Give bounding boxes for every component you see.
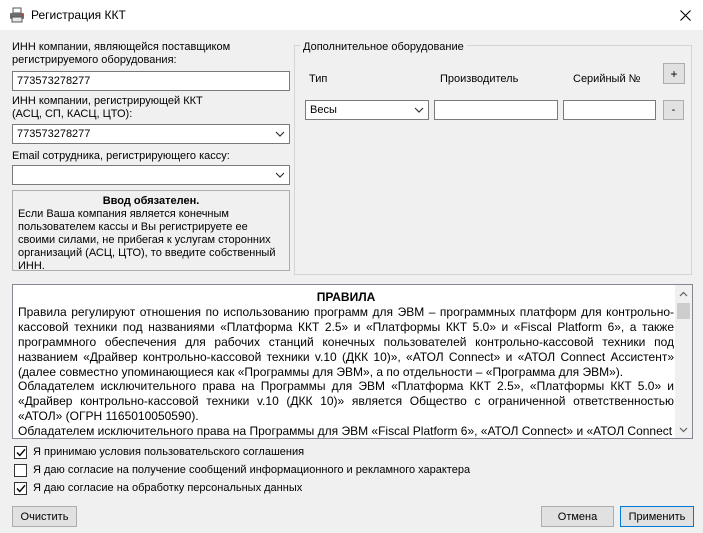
rules-paragraph: Обладателем исключительного права на Про… xyxy=(18,424,673,439)
title-bar: Регистрация ККТ xyxy=(0,0,703,30)
equipment-manufacturer-input[interactable] xyxy=(434,100,558,120)
scroll-up-button[interactable] xyxy=(675,285,692,302)
email-label: Email сотрудника, регистрирующего кассу: xyxy=(12,150,230,162)
chevron-down-icon xyxy=(275,172,285,178)
inn-supplier-label: ИНН компании, являющейся поставщиком рег… xyxy=(12,41,231,66)
consent-terms-label: Я принимаю условия пользовательского сог… xyxy=(33,446,305,458)
remove-equipment-button[interactable]: - xyxy=(663,100,684,120)
close-button[interactable] xyxy=(668,0,703,30)
col-serial-header: Серийный № xyxy=(573,73,641,85)
consent-terms-row[interactable]: Я принимаю условия пользовательского сог… xyxy=(14,445,304,459)
consent-terms-checkbox[interactable] xyxy=(14,445,27,459)
notice-title: Ввод обязателен. xyxy=(102,195,200,207)
rules-content: ПРАВИЛА Правила регулируют отношения по … xyxy=(18,290,674,439)
rules-title: ПРАВИЛА xyxy=(316,290,376,304)
notice-text: Если Ваша компания является конечным пол… xyxy=(18,208,276,272)
equipment-type-value: Весы xyxy=(310,104,337,116)
printer-icon xyxy=(10,7,24,23)
inn-registrar-combo[interactable]: 773573278277 xyxy=(12,124,290,144)
consent-personal-data-row[interactable]: Я даю согласие на обработку персональных… xyxy=(14,481,302,495)
checkmark-icon xyxy=(15,448,26,457)
rules-paragraph: Правила регулируют отношения по использо… xyxy=(18,304,674,379)
scroll-thumb[interactable] xyxy=(677,303,690,319)
equipment-type-combo[interactable]: Весы xyxy=(305,100,429,120)
rules-textbox[interactable]: ПРАВИЛА Правила регулируют отношения по … xyxy=(12,284,693,439)
clear-button[interactable]: Очистить xyxy=(12,506,77,527)
inn-registrar-label-2: (АСЦ, СП, КАСЦ, ЦТО): xyxy=(12,108,133,120)
mandatory-notice: Ввод обязателен. Если Ваша компания явля… xyxy=(12,190,290,272)
apply-button[interactable]: Применить xyxy=(620,506,694,527)
col-manufacturer-header: Производитель xyxy=(440,73,519,85)
chevron-up-icon xyxy=(679,291,688,296)
checkmark-icon xyxy=(15,484,26,493)
window-title: Регистрация ККТ xyxy=(31,8,126,22)
consent-personal-data-checkbox[interactable] xyxy=(14,481,27,495)
inn-registrar-value: 773573278277 xyxy=(17,128,91,140)
scroll-down-button[interactable] xyxy=(675,421,692,438)
equipment-group-title: Дополнительное оборудование xyxy=(300,41,467,54)
cancel-button[interactable]: Отмена xyxy=(541,506,614,527)
consent-personal-data-label: Я даю согласие на обработку персональных… xyxy=(33,482,303,494)
email-combo[interactable] xyxy=(12,165,290,185)
consent-ads-label: Я даю согласие на получение сообщений ин… xyxy=(33,464,471,476)
rules-paragraph: Обладателем исключительного права на Про… xyxy=(18,379,674,424)
inn-supplier-input[interactable]: 773573278277 xyxy=(12,71,290,91)
consent-ads-checkbox[interactable] xyxy=(14,463,27,477)
close-icon xyxy=(680,9,691,21)
add-equipment-button[interactable]: + xyxy=(663,63,685,84)
consent-ads-row[interactable]: Я даю согласие на получение сообщений ин… xyxy=(14,463,470,477)
chevron-down-icon xyxy=(679,427,688,432)
rules-scrollbar[interactable] xyxy=(675,285,692,438)
equipment-serial-input[interactable] xyxy=(563,100,656,120)
chevron-down-icon xyxy=(275,131,285,137)
col-type-header: Тип xyxy=(309,73,328,85)
inn-registrar-label-1: ИНН компании, регистрирующей ККТ xyxy=(12,95,203,107)
chevron-down-icon xyxy=(414,107,424,113)
